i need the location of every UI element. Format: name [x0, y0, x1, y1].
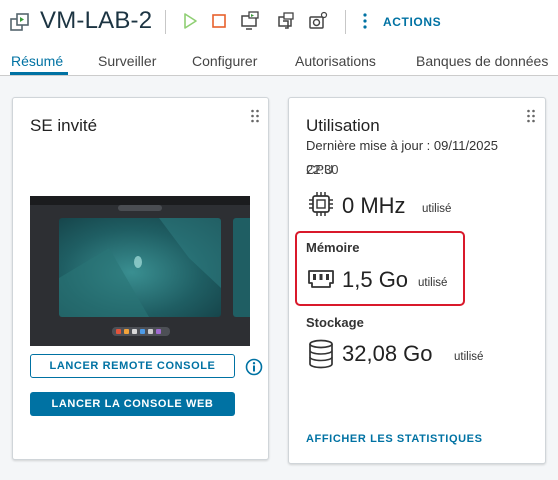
cpu-value: 0 MHz [342, 193, 406, 218]
dock-app-icon [140, 329, 145, 334]
vm-name-title: VM-LAB-2 [40, 7, 153, 34]
storage-unit: utilisé [454, 351, 484, 363]
thumbnail-side-window [233, 218, 250, 317]
dock-app-icon [132, 329, 137, 334]
wallpaper-shapes [59, 218, 221, 317]
kebab-menu-icon[interactable] [362, 12, 368, 30]
memory-icon [308, 270, 334, 288]
snapshot-icon[interactable] [308, 11, 328, 31]
power-off-icon[interactable] [209, 11, 229, 31]
thumbnail-search [118, 205, 162, 211]
dock-app-icon [116, 329, 121, 334]
storage-label: Stockage [306, 315, 364, 330]
vm-header: VM-LAB-2 ACTIONS [0, 0, 558, 44]
drag-handle-icon[interactable] [526, 109, 536, 123]
dock-app-icon [156, 329, 161, 334]
dock-app-icon [124, 329, 129, 334]
storage-icon [309, 339, 333, 369]
cpu-unit: utilisé [422, 203, 452, 215]
toolbar-divider [165, 10, 166, 34]
tab-bar: Résumé Surveiller Configurer Autorisatio… [0, 44, 558, 76]
usage-card: Utilisation Dernière mise à jour : 09/11… [288, 97, 546, 464]
launch-remote-console-button[interactable]: LANCER REMOTE CONSOLE [30, 354, 235, 378]
tab-configure[interactable]: Configurer [192, 53, 257, 69]
card-title: SE invité [30, 116, 98, 135]
toolbar-divider [345, 10, 346, 34]
storage-value: 32,08 Go [342, 341, 433, 366]
memory-unit: utilisé [418, 277, 448, 289]
tab-permissions[interactable]: Autorisations [295, 53, 376, 69]
launch-web-console-button[interactable]: LANCER LA CONSOLE WEB [30, 392, 235, 416]
migrate-icon[interactable] [276, 11, 296, 31]
thumbnail-dock [112, 327, 170, 336]
active-tab-indicator [10, 72, 68, 75]
card-title: Utilisation [306, 116, 380, 135]
power-on-icon[interactable] [180, 11, 200, 31]
tab-monitor[interactable]: Surveiller [98, 53, 156, 69]
tab-datastores[interactable]: Banques de données [416, 53, 548, 69]
actions-menu-button[interactable]: ACTIONS [383, 15, 441, 29]
thumbnail-topbar [30, 196, 250, 205]
last-update-label: Dernière mise à jour : 09/11/2025 [306, 138, 498, 153]
guest-os-card: SE invité LANCER REMOTE CONSOLE LANCER L… [12, 97, 269, 460]
tab-summary[interactable]: Résumé [11, 53, 63, 69]
vm-icon [10, 13, 29, 31]
info-icon[interactable] [245, 358, 263, 376]
view-stats-link[interactable]: AFFICHER LES STATISTIQUES [306, 433, 483, 445]
memory-value: 1,5 Go [342, 267, 409, 292]
thumbnail-desktop [59, 218, 221, 317]
cpu-icon [309, 192, 333, 216]
memory-label: Mémoire [306, 240, 360, 255]
last-update-time: 22:30 [306, 162, 339, 177]
dock-app-icon [148, 329, 153, 334]
drag-handle-icon[interactable] [250, 109, 260, 123]
console-thumbnail[interactable] [30, 196, 250, 346]
launch-console-icon[interactable] [240, 11, 260, 31]
